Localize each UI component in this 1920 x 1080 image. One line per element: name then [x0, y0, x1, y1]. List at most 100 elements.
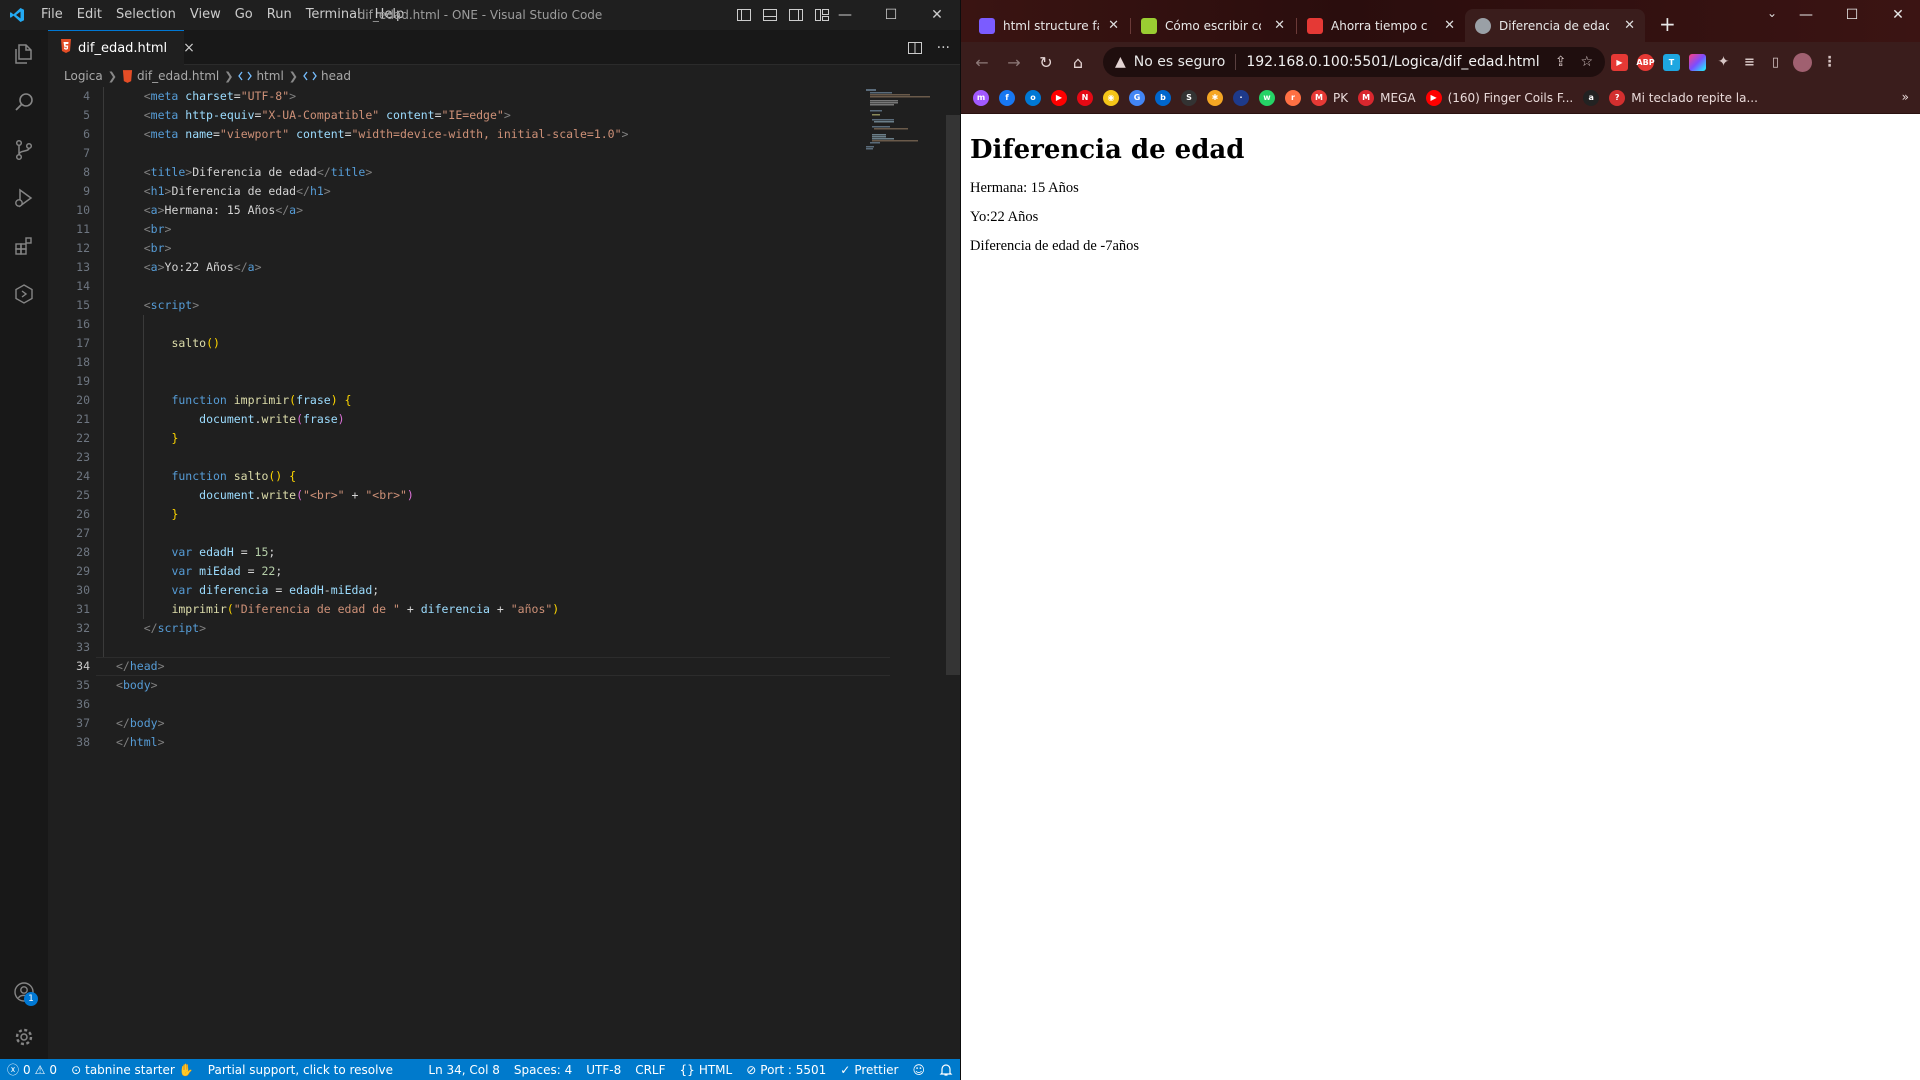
code-line[interactable]: </head>	[116, 657, 165, 676]
bookmark-item[interactable]: ▶ (160) Finger Coils F...	[1425, 89, 1573, 106]
breadcrumb-file[interactable]: dif_edad.html	[122, 69, 219, 83]
toggle-primary-sidebar-icon[interactable]	[736, 7, 752, 23]
code-line[interactable]: }	[171, 429, 178, 448]
bookmark-item[interactable]: ✱	[1207, 89, 1223, 106]
close-tab-icon[interactable]: ✕	[1108, 18, 1119, 33]
bookmark-item[interactable]: f	[999, 89, 1015, 106]
tab-search-icon[interactable]: ⌄	[1767, 6, 1777, 20]
puzzle-icon[interactable]: ✦	[1715, 54, 1732, 71]
code-line[interactable]: var diferencia = edadH-miEdad;	[171, 581, 379, 600]
bookmark-item[interactable]: b	[1155, 89, 1171, 106]
code-line[interactable]: salto()	[171, 334, 219, 353]
bookmark-item[interactable]: G	[1129, 89, 1145, 106]
breadcrumb-folder[interactable]: Logica	[64, 69, 103, 83]
remote-explorer-icon[interactable]	[0, 270, 48, 318]
bookmark-item[interactable]: M MEGA	[1358, 89, 1416, 106]
prettier-status[interactable]: ✓ Prettier	[833, 1059, 905, 1080]
minimap[interactable]	[866, 87, 946, 167]
warning-triangle-icon[interactable]: ▲	[1115, 54, 1126, 70]
code-line[interactable]: <br>	[144, 239, 172, 258]
code-line[interactable]: imprimir("Diferencia de edad de " + dife…	[171, 600, 559, 619]
bookmark-item[interactable]: N	[1077, 89, 1093, 106]
code-line[interactable]: </script>	[144, 619, 206, 638]
menu-run[interactable]: Run	[260, 0, 299, 30]
code-line[interactable]: document.write("<br>" + "<br>")	[199, 486, 414, 505]
bookmark-item[interactable]: w	[1259, 89, 1275, 106]
menu-help[interactable]: Help	[368, 0, 412, 30]
share-icon[interactable]: ⇪	[1555, 54, 1567, 70]
home-icon[interactable]: ⌂	[1063, 47, 1093, 77]
menu-file[interactable]: File	[34, 0, 70, 30]
avatar[interactable]	[1793, 52, 1812, 72]
close-tab-icon[interactable]: ✕	[1624, 18, 1635, 33]
problems-indicator[interactable]: ⓧ 0 ⚠ 0	[0, 1059, 64, 1080]
code-line[interactable]: document.write(frase)	[199, 410, 344, 429]
reload-icon[interactable]: ↻	[1031, 47, 1061, 77]
adblock-plus-icon[interactable]: ABP	[1636, 53, 1655, 71]
bookmark-item[interactable]: S	[1181, 89, 1197, 106]
code-line[interactable]: function salto() {	[171, 467, 296, 486]
encoding[interactable]: UTF-8	[579, 1059, 628, 1080]
bookmark-item[interactable]: M PK	[1311, 89, 1348, 106]
minimize-icon[interactable]: —	[822, 0, 868, 30]
bookmark-item[interactable]: o	[1025, 89, 1041, 106]
code-line[interactable]: <h1>Diferencia de edad</h1>	[144, 182, 331, 201]
split-editor-icon[interactable]	[907, 40, 923, 56]
close-window-icon[interactable]: ✕	[914, 0, 960, 30]
extension-translate-icon[interactable]: T	[1663, 53, 1680, 71]
breadcrumb-html[interactable]: html	[238, 69, 284, 83]
kebab-menu-icon[interactable]: ⋮	[1821, 54, 1838, 71]
code-area[interactable]: <meta charset="UTF-8"> <meta http-equiv="…	[116, 87, 850, 1059]
close-tab-icon[interactable]: ×	[183, 40, 195, 56]
maximize-icon[interactable]: ☐	[1829, 0, 1875, 30]
browser-tab-3[interactable]: Ahorra tiempo con ✕	[1297, 9, 1465, 42]
code-line[interactable]: <body>	[116, 676, 158, 695]
extension-color-icon[interactable]	[1689, 53, 1706, 71]
page-link-yo[interactable]: Yo:22 Años	[970, 209, 1038, 226]
new-tab-button[interactable]: +	[1659, 14, 1676, 34]
minimize-icon[interactable]: —	[1783, 0, 1829, 30]
indentation[interactable]: Spaces: 4	[507, 1059, 579, 1080]
breadcrumb-head[interactable]: head	[303, 69, 351, 83]
feedback-icon[interactable]: ☺	[905, 1059, 932, 1080]
end-of-line[interactable]: CRLF	[628, 1059, 672, 1080]
cursor-position[interactable]: Ln 34, Col 8	[421, 1059, 507, 1080]
close-window-icon[interactable]: ✕	[1875, 0, 1920, 30]
menu-terminal[interactable]: Terminal	[299, 0, 368, 30]
toggle-panel-icon[interactable]	[762, 7, 778, 23]
bookmark-item[interactable]: ·	[1233, 89, 1249, 106]
browser-tab-2[interactable]: Cómo escribir códig ✕	[1131, 9, 1295, 42]
tab-dif-edad-html[interactable]: dif_edad.html ×	[48, 30, 195, 65]
bookmark-item[interactable]: ◉	[1103, 89, 1119, 106]
code-line[interactable]: <script>	[144, 296, 199, 315]
run-debug-icon[interactable]	[0, 174, 48, 222]
browser-tab-1[interactable]: html structure fast ✕	[969, 9, 1129, 42]
menu-edit[interactable]: Edit	[70, 0, 109, 30]
code-line[interactable]: <meta charset="UTF-8">	[144, 87, 296, 106]
toggle-secondary-sidebar-icon[interactable]	[788, 7, 804, 23]
code-line[interactable]: <meta name="viewport" content="width=dev…	[144, 125, 629, 144]
security-status[interactable]: No es seguro	[1134, 54, 1226, 70]
language-mode[interactable]: {} HTML	[673, 1059, 740, 1080]
bookmarks-overflow-icon[interactable]: »	[1902, 90, 1909, 104]
vertical-scrollbar[interactable]	[946, 115, 960, 675]
partial-support-status[interactable]: Partial support, click to resolve	[201, 1059, 400, 1080]
code-line[interactable]: </body>	[116, 714, 165, 733]
code-line[interactable]: var edadH = 15;	[171, 543, 275, 562]
code-line[interactable]: <a>Yo:22 Años</a>	[144, 258, 262, 277]
code-line[interactable]: <a>Hermana: 15 Años</a>	[144, 201, 303, 220]
back-icon[interactable]: ←	[967, 47, 997, 77]
forward-icon[interactable]: →	[999, 47, 1029, 77]
search-icon[interactable]	[0, 78, 48, 126]
url-text[interactable]: 192.168.0.100:5501/Logica/dif_edad.html	[1246, 54, 1539, 70]
menu-view[interactable]: View	[183, 0, 228, 30]
code-line[interactable]: <meta http-equiv = "X-UA-Compatible" conte…	[144, 106, 511, 125]
live-server-port[interactable]: ⊘ Port : 5501	[739, 1059, 833, 1080]
code-line[interactable]: <br>	[144, 220, 172, 239]
menu-go[interactable]: Go	[228, 0, 260, 30]
bookmark-item[interactable]: ? Mi teclado repite la...	[1609, 89, 1758, 106]
explorer-icon[interactable]	[0, 30, 48, 78]
maximize-icon[interactable]: ☐	[868, 0, 914, 30]
bookmark-item[interactable]: m	[973, 89, 989, 106]
code-line[interactable]: }	[171, 505, 178, 524]
